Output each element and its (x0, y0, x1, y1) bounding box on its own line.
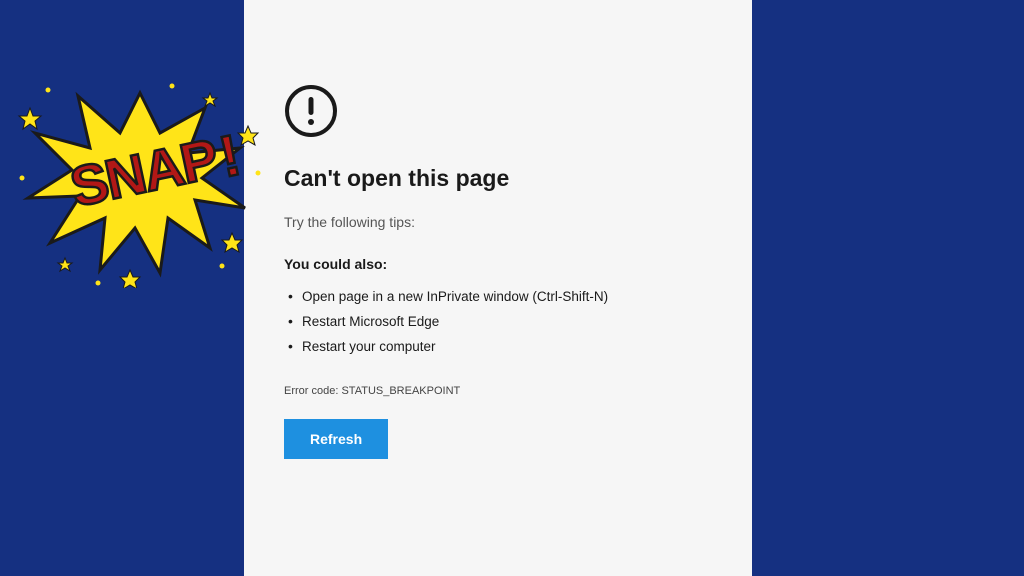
error-code: Error code: STATUS_BREAKPOINT (284, 385, 712, 397)
secondary-title: You could also: (284, 256, 712, 272)
snap-graphic: SNAP ! (10, 78, 270, 288)
svg-text:!: ! (214, 122, 246, 190)
refresh-button[interactable]: Refresh (284, 419, 388, 459)
error-title: Can't open this page (284, 165, 712, 192)
error-panel: Can't open this page Try the following t… (244, 0, 752, 576)
warning-icon (284, 84, 712, 143)
error-subtitle: Try the following tips: (284, 214, 712, 230)
tips-list: Open page in a new InPrivate window (Ctr… (284, 284, 712, 359)
list-item: Open page in a new InPrivate window (Ctr… (284, 284, 712, 309)
list-item: Restart Microsoft Edge (284, 309, 712, 334)
list-item: Restart your computer (284, 334, 712, 359)
svg-text:SNAP: SNAP (65, 126, 223, 218)
